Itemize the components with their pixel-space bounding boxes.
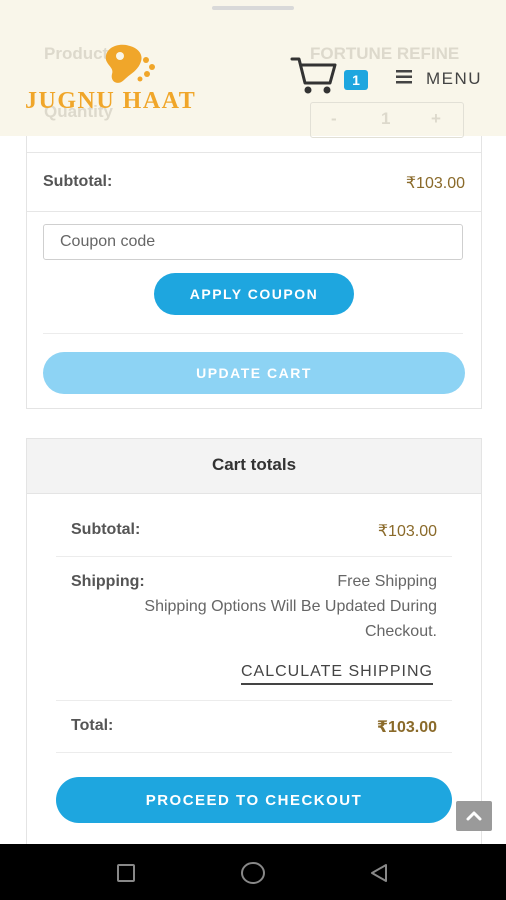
quantity-stepper[interactable]: - 1 + bbox=[310, 102, 464, 138]
cart-subtotal-value: ₹103.00 bbox=[405, 175, 465, 192]
shipping-note-line2: Checkout. bbox=[364, 623, 437, 640]
cart-totals-heading: Cart totals bbox=[27, 439, 481, 494]
qty-plus-button[interactable]: + bbox=[431, 109, 441, 129]
cart-subtotal-row: Subtotal: ₹103.00 bbox=[27, 152, 481, 212]
coupon-code-input[interactable] bbox=[43, 224, 463, 260]
square-icon[interactable] bbox=[116, 863, 136, 883]
system-navigation-bar bbox=[0, 844, 506, 900]
shipping-note-line1: Shipping Options Will Be Updated During bbox=[144, 598, 437, 615]
update-cart-button[interactable]: UPDATE CART bbox=[43, 352, 465, 394]
shopping-cart-icon[interactable] bbox=[290, 55, 338, 95]
triangle-back-icon[interactable] bbox=[368, 862, 390, 884]
divider bbox=[56, 556, 452, 557]
divider bbox=[56, 700, 452, 701]
site-header: Product FORTUNE REFINE Quantity - 1 + JU… bbox=[0, 0, 506, 138]
drag-handle bbox=[212, 6, 294, 10]
shipping-method: Free Shipping bbox=[337, 573, 437, 590]
brand-logo-icon[interactable] bbox=[100, 40, 160, 90]
scroll-to-top-button[interactable] bbox=[456, 801, 492, 831]
totals-subtotal-value: ₹103.00 bbox=[377, 523, 437, 540]
cart-actions-card: Subtotal: ₹103.00 APPLY COUPON UPDATE CA… bbox=[26, 136, 482, 409]
circle-icon[interactable] bbox=[240, 861, 266, 885]
shipping-label: Shipping: bbox=[71, 573, 145, 590]
divider bbox=[43, 333, 463, 334]
chevron-up-icon bbox=[466, 811, 482, 821]
qty-value: 1 bbox=[381, 109, 391, 128]
divider bbox=[56, 752, 452, 753]
apply-coupon-button[interactable]: APPLY COUPON bbox=[154, 273, 354, 315]
product-column-header: Product bbox=[44, 44, 109, 63]
brand-logo-text[interactable]: JUGNU HAAT bbox=[25, 88, 196, 115]
cart-subtotal-label: Subtotal: bbox=[43, 173, 113, 190]
proceed-to-checkout-button[interactable]: PROCEED TO CHECKOUT bbox=[56, 777, 452, 823]
cart-totals-card: Cart totals Subtotal: ₹103.00 Shipping: … bbox=[26, 438, 482, 860]
qty-minus-button[interactable]: - bbox=[331, 109, 337, 129]
totals-subtotal-label: Subtotal: bbox=[71, 521, 141, 538]
total-label: Total: bbox=[71, 717, 114, 734]
total-value: ₹103.00 bbox=[376, 719, 437, 736]
calculate-shipping-link[interactable]: CALCULATE SHIPPING bbox=[241, 663, 433, 685]
hamburger-menu-icon[interactable] bbox=[396, 70, 412, 84]
cart-count-badge[interactable]: 1 bbox=[344, 70, 368, 90]
menu-button[interactable]: MENU bbox=[426, 69, 482, 89]
